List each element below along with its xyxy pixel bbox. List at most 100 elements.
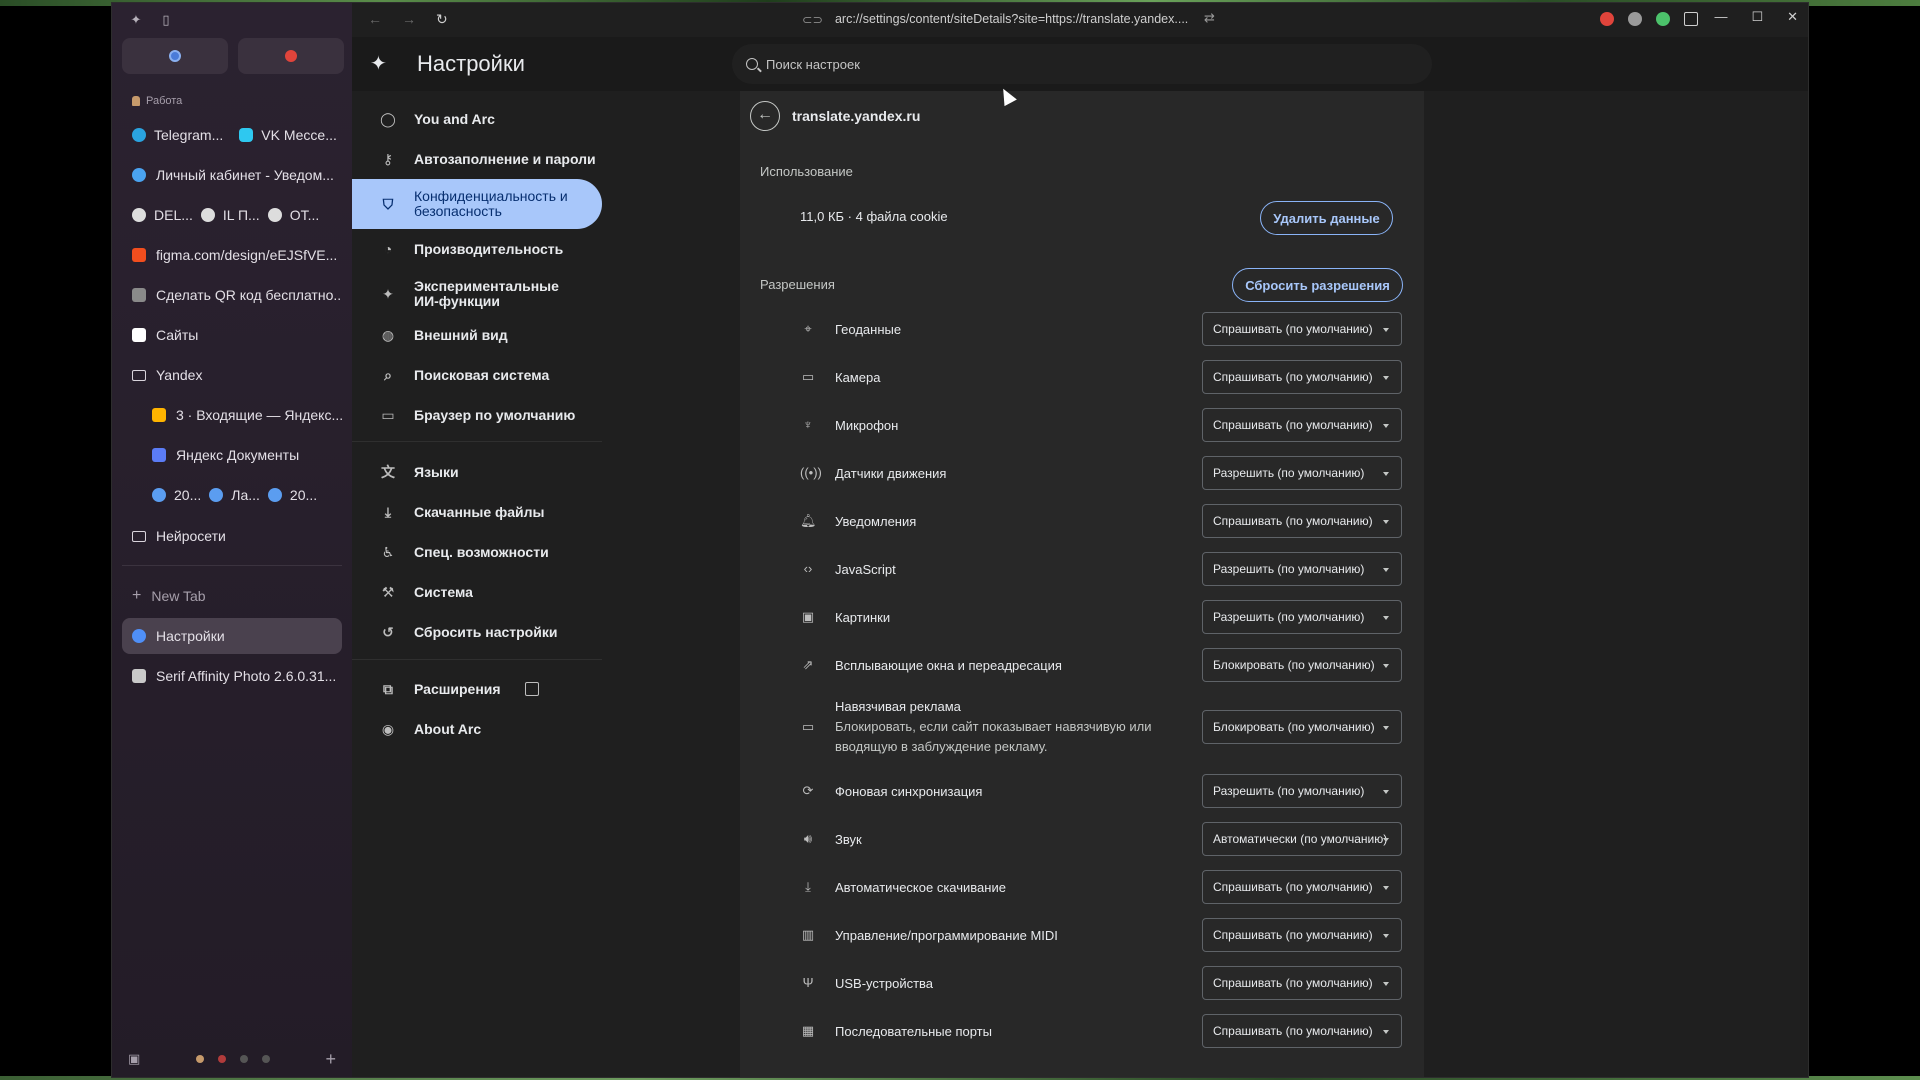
nav-accessibility[interactable]: ♿ Спец. возможности (352, 532, 602, 572)
space-switcher (195, 1055, 270, 1063)
back-arrow-icon[interactable]: ← (368, 11, 382, 28)
new-space-plus-icon[interactable]: + (325, 1049, 336, 1070)
pinned-tab-del[interactable]: DEL... (132, 207, 193, 223)
pinned-tab-vk[interactable]: VK Мессе... (239, 127, 337, 143)
pinned-tab-ot[interactable]: OT... (267, 207, 319, 223)
download-icon: ⤓ (384, 504, 392, 520)
space-dot[interactable] (239, 1055, 248, 1063)
url-text: arc://settings/content/siteDetails?site=… (834, 12, 1189, 26)
forward-arrow-icon[interactable]: → (402, 11, 416, 28)
new-tab-label: New Tab (151, 588, 206, 604)
nav-separator (352, 441, 602, 442)
permission-select[interactable]: Спрашивать (по умолчанию) (1202, 504, 1402, 538)
permission-select[interactable]: Спрашивать (по умолчанию) (1202, 1014, 1402, 1048)
maximize-icon[interactable]: ☐ (1751, 9, 1763, 25)
pinned-tab-figma[interactable]: figma.com/design/eEJSfVE... (122, 237, 342, 273)
reset-permissions-button[interactable]: Сбросить разрешения (1232, 268, 1403, 302)
pinned-tab-telegram[interactable]: Telegram... (132, 127, 223, 143)
pinned-tab-20b[interactable]: 20... (267, 487, 317, 503)
settings-header: ✦ Настройки Поиск настроек (352, 37, 1808, 91)
usb-icon: Ψ (802, 975, 814, 990)
pinned-tab-il[interactable]: IL П... (200, 207, 260, 223)
favorite-tab-1[interactable] (122, 38, 228, 74)
nav-reset[interactable]: ↺ Сбросить настройки (352, 612, 602, 652)
space-dot[interactable] (261, 1055, 270, 1063)
split-view-icon[interactable] (1684, 12, 1698, 26)
reload-icon[interactable]: ↻ (436, 11, 448, 28)
person-icon: ◯ (380, 111, 396, 127)
delete-data-button[interactable]: Удалить данные (1260, 201, 1393, 235)
sidebar-footer: ▣ + (112, 1039, 352, 1077)
site-details-panel: ← translate.yandex.ru Использование 11,0… (740, 91, 1424, 1077)
nav-ai-features[interactable]: ✦ Экспериментальные ИИ-функции (352, 271, 602, 317)
image-icon: ▣ (801, 609, 815, 624)
permission-label: Датчики движения (835, 466, 947, 481)
permission-label: Геоданные (835, 322, 902, 337)
permission-select[interactable]: Спрашивать (по умолчанию) (1202, 966, 1402, 1000)
ads-icon: ▭ (801, 719, 815, 734)
space-dot[interactable] (195, 1055, 204, 1063)
nav-you-and-arc[interactable]: ◯ You and Arc (352, 99, 602, 139)
nav-autofill[interactable]: ⚷ Автозаполнение и пароли (352, 139, 602, 179)
palette-icon: ◍ (381, 327, 395, 343)
permission-select[interactable]: Блокировать (по умолчанию) (1202, 710, 1402, 744)
permission-select[interactable]: Разрешить (по умолчанию) (1202, 774, 1402, 808)
permission-select[interactable]: Автоматически (по умолчанию) (1202, 822, 1402, 856)
tab-settings[interactable]: Настройки (122, 618, 342, 654)
permission-select[interactable]: Спрашивать (по умолчанию) (1202, 918, 1402, 952)
arc-menu-icon[interactable]: ✦ (128, 12, 144, 28)
shield-icon (132, 208, 146, 222)
pinned-tab-label: 20... (174, 487, 202, 503)
pinned-tab-label: 3 · Входящие — Яндекс... (176, 407, 342, 423)
folder-sites[interactable]: Сайты (122, 317, 342, 353)
tab-affinity[interactable]: Serif Affinity Photo 2.6.0.31... (122, 658, 342, 694)
folder-open-icon (132, 369, 146, 381)
permission-select[interactable]: Разрешить (по умолчанию) (1202, 600, 1402, 634)
nav-performance[interactable]: ◔ Производительность (352, 229, 602, 269)
nav-downloads[interactable]: ⤓ Скачанные файлы (352, 492, 602, 532)
nav-search-engine[interactable]: ⌕ Поисковая система (352, 355, 602, 395)
favorite-tab-2[interactable] (238, 38, 344, 74)
permission-select[interactable]: Спрашивать (по умолчанию) (1202, 408, 1402, 442)
extension-icon[interactable] (1628, 12, 1642, 26)
nav-default-browser[interactable]: ▭ Браузер по умолчанию (352, 395, 602, 435)
pinned-tab-cabinet[interactable]: Личный кабинет - Уведом... (122, 157, 342, 193)
new-tab-button[interactable]: + New Tab (122, 578, 342, 614)
extension-icon[interactable] (1600, 12, 1614, 26)
plus-icon: + (132, 587, 142, 604)
nav-about[interactable]: ◉ About Arc (352, 709, 602, 749)
extension-icon[interactable] (1656, 12, 1670, 26)
site-controls-icon[interactable]: ⇄ (1204, 10, 1215, 26)
pinned-tab-qr[interactable]: Сделать QR код бесплатно... (122, 277, 342, 313)
minimize-icon[interactable]: — (1714, 9, 1727, 25)
nav-system[interactable]: ⚒ Система (352, 572, 602, 612)
nav-languages[interactable]: 文 Языки (352, 452, 602, 492)
nav-label: You and Arc (414, 110, 495, 127)
pinned-tab-la[interactable]: Ла... (209, 487, 260, 503)
arc-logo-icon: ✦ (370, 53, 387, 75)
permission-select[interactable]: Спрашивать (по умолчанию) (1202, 360, 1402, 394)
pinned-tab-20a[interactable]: 20... (152, 487, 201, 503)
permission-row-auto-download: ⤓ Автоматическое скачивание Спрашивать (… (740, 863, 1424, 911)
pinned-tab-yandex-mail[interactable]: 3 · Входящие — Яндекс... (142, 397, 342, 433)
close-icon[interactable]: ✕ (1787, 9, 1798, 25)
pinned-tab-yandex-docs[interactable]: Яндекс Документы (142, 437, 342, 473)
permission-row-notifications: 🔔︎ Уведомления Спрашивать (по умолчанию) (740, 497, 1424, 545)
archive-icon[interactable]: ▣ (128, 1051, 140, 1067)
permission-select[interactable]: Блокировать (по умолчанию) (1202, 648, 1402, 682)
folder-yandex[interactable]: Yandex (122, 357, 342, 393)
permission-select[interactable]: Разрешить (по умолчанию) (1202, 552, 1402, 586)
nav-appearance[interactable]: ◍ Внешний вид (352, 315, 602, 355)
permission-select[interactable]: Разрешить (по умолчанию) (1202, 456, 1402, 490)
permission-select[interactable]: Спрашивать (по умолчанию) (1202, 870, 1402, 904)
space-dot[interactable] (217, 1055, 226, 1063)
url-bar[interactable]: ⊂⊃ arc://settings/content/siteDetails?si… (802, 12, 1188, 27)
nav-privacy[interactable]: ⛉ Конфиденциальность и безопасность (352, 179, 602, 229)
toggle-sidebar-icon[interactable]: ▯ (158, 12, 174, 28)
nav-extensions[interactable]: ⧉ Расширения (352, 669, 602, 709)
permission-select[interactable]: Спрашивать (по умолчанию) (1202, 312, 1402, 346)
folder-neuro[interactable]: Нейросети (122, 518, 342, 554)
settings-search-input[interactable]: Поиск настроек (732, 44, 1432, 84)
arc-logo-icon: ◉ (381, 721, 395, 737)
back-button[interactable]: ← (750, 101, 780, 131)
